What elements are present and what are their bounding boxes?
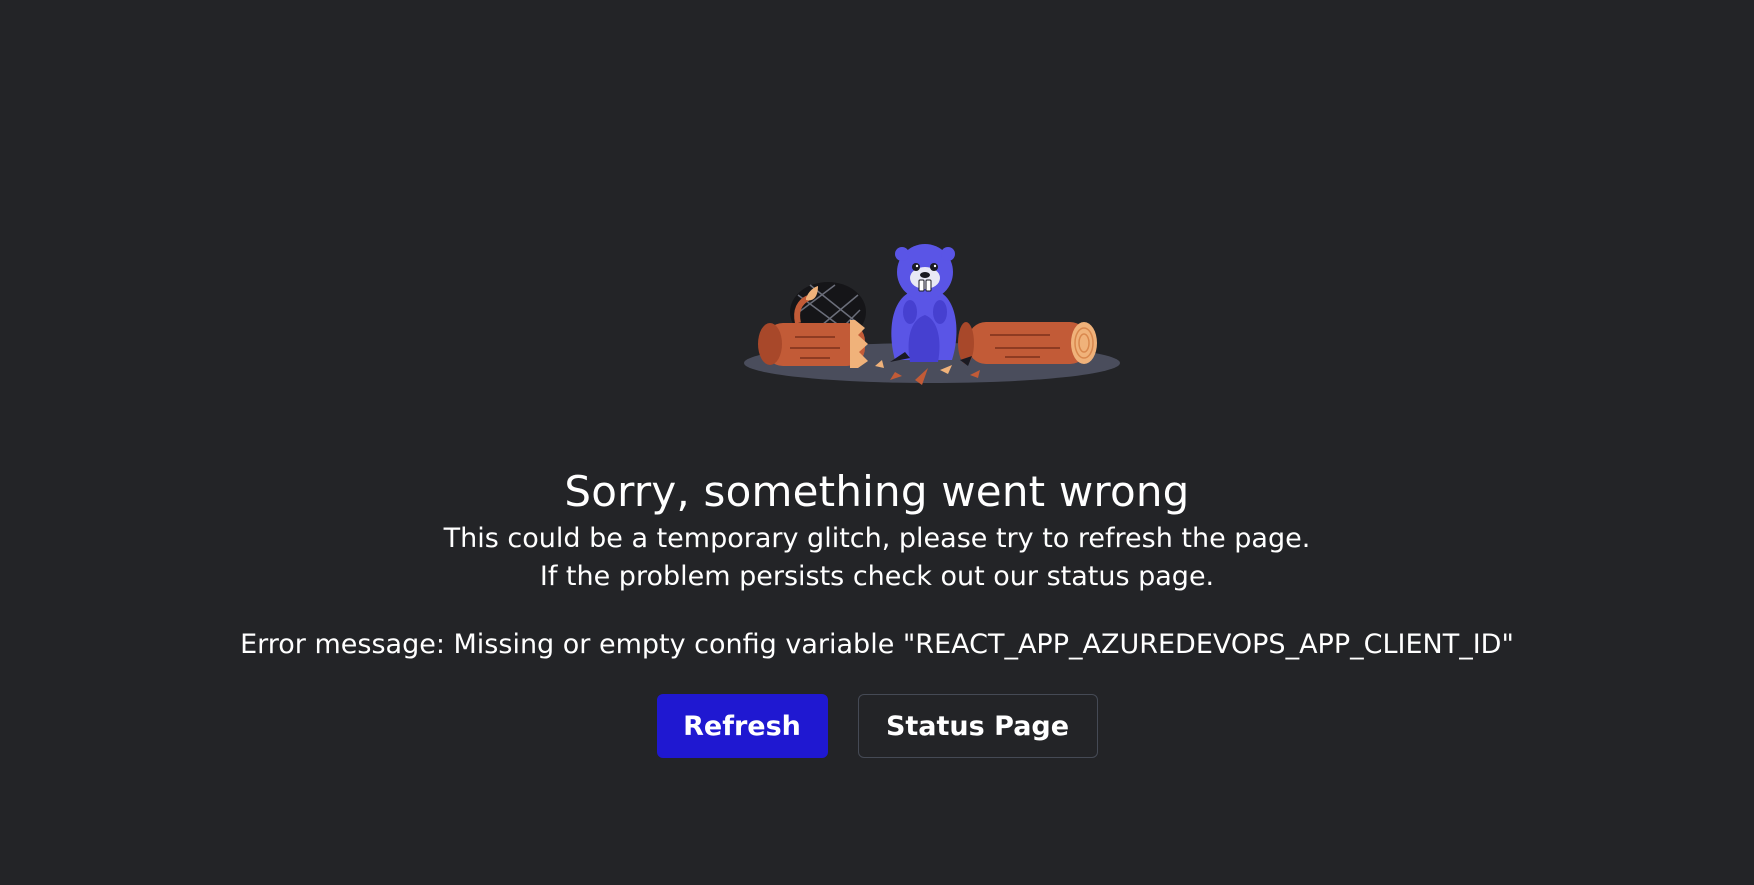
button-group: Refresh Status Page bbox=[0, 694, 1754, 758]
subtitle-line-2: If the problem persists check out our st… bbox=[539, 561, 1215, 592]
refresh-button[interactable]: Refresh bbox=[656, 694, 828, 758]
beaver-shape bbox=[891, 244, 957, 362]
right-log-shape bbox=[958, 322, 1097, 364]
beaver-illustration bbox=[744, 244, 1120, 385]
error-page: Sorry, something went wrong This could b… bbox=[0, 0, 1754, 885]
status-page-button[interactable]: Status Page bbox=[857, 694, 1098, 758]
page-title: Sorry, something went wrong bbox=[564, 467, 1190, 516]
subtitle-line-1: This could be a temporary glitch, please… bbox=[443, 523, 1311, 554]
error-message: Error message: Missing or empty config v… bbox=[240, 629, 1514, 660]
subtitle: This could be a temporary glitch, please… bbox=[0, 520, 1754, 596]
